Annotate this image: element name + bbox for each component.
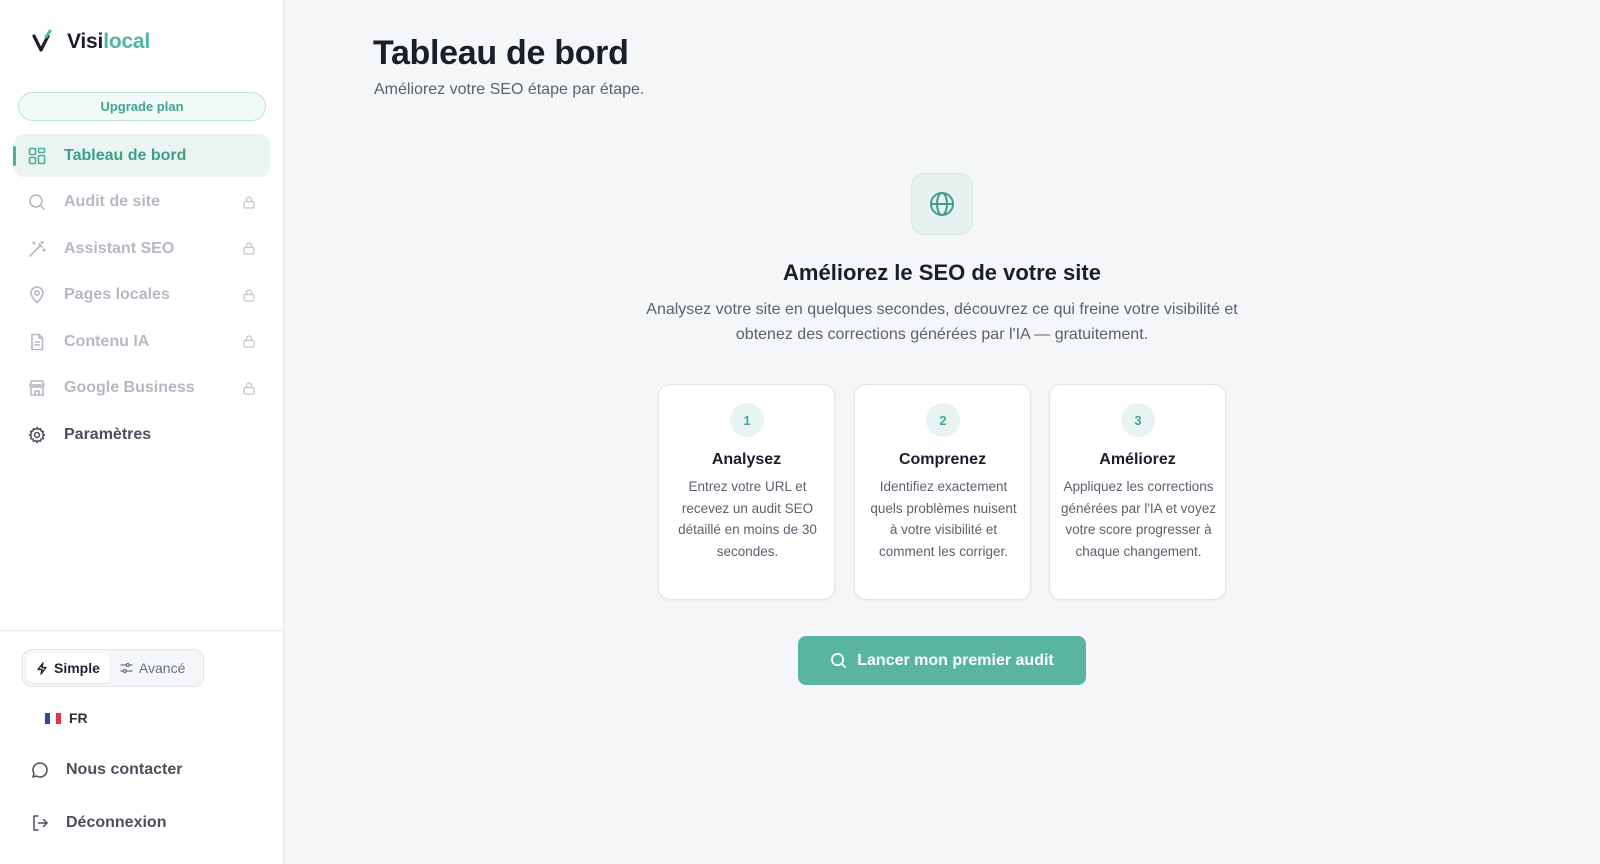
sliders-icon (120, 662, 133, 674)
language-selector[interactable]: FR (45, 710, 88, 726)
lock-icon (243, 382, 255, 395)
lock-icon (243, 195, 255, 209)
gear-icon (27, 425, 47, 445)
sidebar-item-label: Contenu IA (64, 332, 150, 350)
sidebar-divider (0, 630, 284, 631)
sidebar-item-local-pages[interactable]: Pages locales (14, 274, 270, 317)
sidebar-item-label: Assistant SEO (64, 239, 175, 257)
hero-title: Améliorez le SEO de votre site (783, 260, 1101, 285)
lock-icon (243, 242, 255, 255)
upgrade-plan-button[interactable]: Upgrade plan (18, 92, 266, 121)
lightning-icon (37, 661, 47, 675)
brand-name: Visilocal (67, 30, 151, 53)
step-card: 2 Comprenez Identifiez exactement quels … (854, 384, 1031, 600)
logout-icon (33, 815, 48, 831)
globe-icon (911, 173, 973, 235)
step-card: 3 Améliorez Appliquez les corrections gé… (1049, 384, 1226, 600)
search-icon (831, 653, 847, 668)
logout-link[interactable]: Déconnexion (31, 814, 166, 832)
sidebar: Visilocal Upgrade plan Tableau de bord A… (0, 0, 284, 864)
magic-wand-icon (27, 239, 47, 259)
language-code: FR (69, 710, 88, 726)
logo-icon (32, 29, 52, 52)
step-description: Identifiez exactement quels problèmes nu… (870, 479, 1017, 559)
step-title: Analysez (711, 451, 782, 468)
step-number: 1 (730, 403, 764, 437)
dashboard-icon (27, 146, 47, 166)
step-card: 1 Analysez Entrez votre URL et recevez u… (658, 384, 835, 600)
mode-simple-button[interactable]: Simple (26, 653, 110, 683)
launch-audit-button[interactable]: Lancer mon premier audit (798, 636, 1086, 685)
contact-link[interactable]: Nous contacter (31, 761, 182, 779)
sidebar-item-label: Tableau de bord (64, 146, 187, 164)
sidebar-item-seo-assistant[interactable]: Assistant SEO (14, 227, 270, 270)
logout-label: Déconnexion (66, 814, 167, 831)
document-icon (27, 332, 47, 352)
lock-icon (243, 335, 255, 349)
step-description: Appliquez les corrections générées par l… (1061, 479, 1216, 559)
sidebar-item-label: Pages locales (64, 286, 170, 304)
hero-description: Analysez votre site en quelques secondes… (646, 301, 1238, 343)
page-subtitle: Améliorez votre SEO étape par étape. (374, 81, 645, 98)
step-description: Entrez votre URL et recevez un audit SEO… (678, 479, 817, 559)
mode-advanced-label: Avancé (138, 660, 186, 676)
sidebar-item-label: Google Business (64, 379, 195, 397)
sidebar-item-label: Paramètres (64, 426, 152, 444)
sidebar-nav: Tableau de bord Audit de site Assistant … (13, 134, 270, 460)
launch-audit-label: Lancer mon premier audit (857, 651, 1054, 669)
sidebar-item-ai-content[interactable]: Contenu IA (14, 320, 270, 363)
sidebar-item-audit[interactable]: Audit de site (14, 181, 270, 224)
mode-advanced-button[interactable]: Avancé (110, 653, 195, 683)
step-title: Comprenez (898, 451, 987, 468)
map-pin-icon (27, 285, 47, 305)
store-icon (27, 378, 47, 398)
sidebar-item-settings[interactable]: Paramètres (14, 414, 270, 457)
mode-toggle: Simple Avancé (22, 649, 204, 687)
step-number: 3 (1121, 403, 1155, 437)
contact-label: Nous contacter (66, 761, 183, 778)
sidebar-item-dashboard[interactable]: Tableau de bord (13, 134, 270, 177)
sidebar-item-label: Audit de site (64, 193, 161, 211)
chat-bubble-icon (32, 762, 48, 778)
mode-simple-label: Simple (54, 660, 100, 676)
step-number: 2 (926, 403, 960, 437)
brand-logo[interactable]: Visilocal (31, 28, 150, 56)
step-title: Améliorez (1099, 451, 1176, 468)
search-icon (27, 192, 47, 212)
france-flag-icon (45, 712, 61, 724)
lock-icon (243, 289, 255, 302)
sidebar-item-google-business[interactable]: Google Business (14, 367, 270, 410)
page-title: Tableau de bord (373, 34, 629, 72)
